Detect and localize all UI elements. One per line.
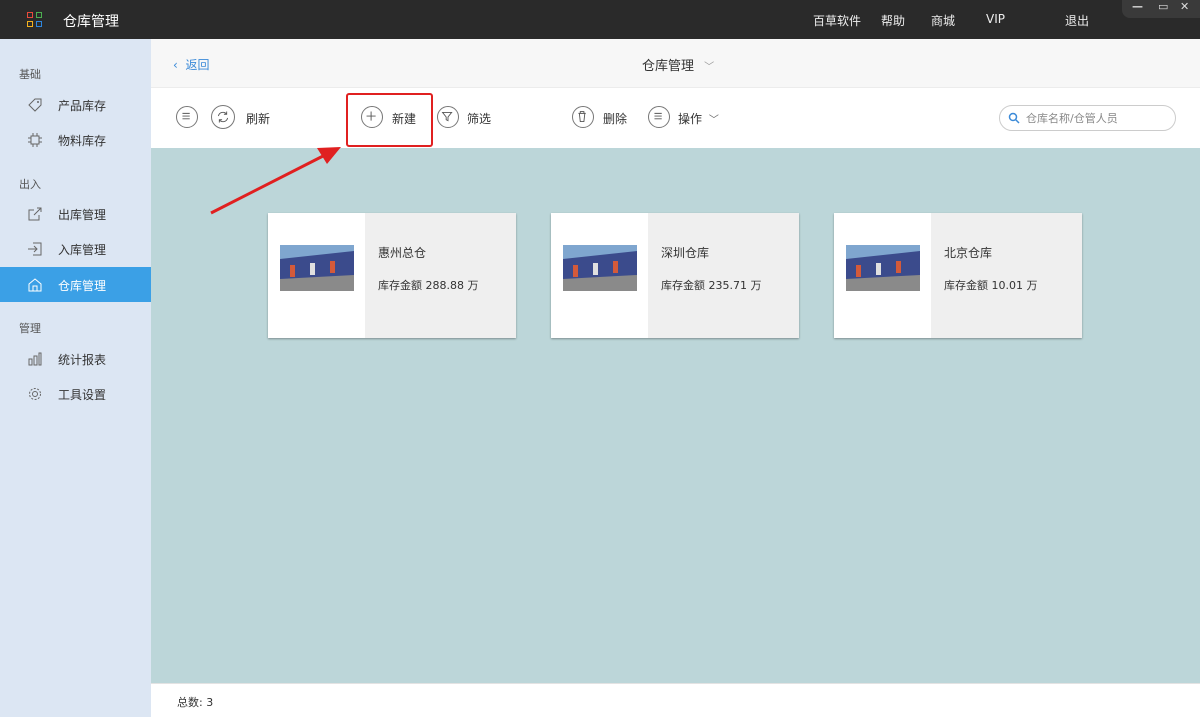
warehouse-thumbnail [846, 245, 920, 291]
page-title-dropdown[interactable]: 仓库管理 ﹀ [642, 55, 714, 74]
section-title-basic: 基础 [19, 68, 41, 81]
sidebar-item-label: 统计报表 [58, 353, 107, 367]
warehouse-info: 惠州总仓 库存金额 288.88 万 [365, 213, 516, 338]
menu-icon [182, 112, 190, 120]
sidebar-item-label: 产品库存 [58, 99, 107, 113]
sidebar-item-reports[interactable]: 统计报表 [0, 341, 151, 376]
warehouse-amount: 库存金额 288.88 万 [378, 279, 479, 292]
operate-dropdown[interactable]: 操作 ﹀ [678, 110, 719, 127]
sidebar-item-inbound[interactable]: 入库管理 [0, 231, 151, 266]
status-footer: 总数: 3 [151, 683, 1200, 717]
warehouse-icon [28, 278, 42, 292]
warehouse-amount: 库存金额 10.01 万 [944, 279, 1038, 292]
warehouse-thumbnail [563, 245, 637, 291]
trash-icon [578, 111, 586, 122]
warehouse-info: 北京仓库 库存金额 10.01 万 [931, 213, 1082, 338]
warehouse-card[interactable]: 深圳仓库 库存金额 235.71 万 [551, 213, 799, 338]
sidebar: 基础 产品库存 物料库存 出入 出库管理 入库管理 仓库管理 管理 统计报表 工… [0, 39, 151, 717]
sidebar-item-material-stock[interactable]: 物料库存 [0, 122, 151, 157]
search-box[interactable] [999, 105, 1176, 131]
export-icon [28, 207, 42, 221]
window-controls: — ▭ ✕ [1122, 0, 1200, 18]
operate-label: 操作 [678, 112, 703, 126]
highlight-box [346, 93, 433, 147]
gear-icon [29, 388, 41, 400]
sidebar-item-outbound[interactable]: 出库管理 [0, 196, 151, 231]
section-title-inout: 出入 [19, 178, 41, 191]
warehouse-info: 深圳仓库 库存金额 235.71 万 [648, 213, 799, 338]
sidebar-item-product-stock[interactable]: 产品库存 [0, 87, 151, 122]
app-title: 仓库管理 [63, 14, 119, 30]
total-count: 总数: 3 [177, 696, 214, 709]
chevron-left-icon: ‹ [173, 58, 178, 72]
bar-chart-icon [28, 352, 42, 366]
search-input[interactable] [1026, 110, 1171, 126]
search-icon [1008, 112, 1020, 124]
chip-icon [28, 133, 42, 147]
warehouse-card[interactable]: 北京仓库 库存金额 10.01 万 [834, 213, 1082, 338]
warehouse-thumbnail [280, 245, 354, 291]
back-button[interactable]: ‹ 返回 [173, 56, 209, 73]
chevron-down-icon: ﹀ [708, 115, 719, 126]
topnav-logout[interactable]: 退出 [1065, 12, 1089, 29]
menu-button[interactable] [176, 106, 198, 128]
sidebar-item-settings[interactable]: 工具设置 [0, 376, 151, 411]
warehouse-card[interactable]: 惠州总仓 库存金额 288.88 万 [268, 213, 516, 338]
operate-icon-button[interactable] [648, 106, 670, 128]
title-bar: 仓库管理 百草软件 帮助 商城 VIP 退出 — ▭ ✕ [0, 0, 1200, 39]
minimize-icon[interactable]: — [1132, 0, 1143, 13]
list-icon [654, 112, 662, 120]
sidebar-item-label: 仓库管理 [58, 279, 107, 293]
filter-icon-button[interactable] [437, 106, 459, 128]
refresh-icon-button[interactable] [211, 105, 235, 129]
sidebar-item-label: 出库管理 [58, 208, 107, 222]
sidebar-item-label: 入库管理 [58, 243, 107, 257]
sidebar-item-label: 工具设置 [58, 388, 107, 402]
filter-icon [441, 112, 453, 122]
toolbar: 刷新 新建 筛选 删除 操作 ﹀ [151, 88, 1200, 148]
refresh-button[interactable]: 刷新 [246, 110, 270, 127]
topnav-store[interactable]: 商城 [931, 12, 955, 29]
warehouse-grid: 惠州总仓 库存金额 288.88 万 深圳仓库 库存金额 235.71 万 北京… [151, 148, 1200, 683]
section-title-manage: 管理 [19, 322, 41, 335]
warehouse-name: 深圳仓库 [661, 246, 710, 260]
annotation-arrow-icon [210, 147, 341, 215]
topnav-baicao[interactable]: 百草软件 [813, 12, 861, 29]
sidebar-item-warehouse[interactable]: 仓库管理 [0, 267, 151, 302]
tag-icon [28, 98, 42, 112]
page-header: ‹ 返回 仓库管理 ﹀ [151, 39, 1200, 88]
maximize-icon[interactable]: ▭ [1158, 0, 1168, 13]
chevron-down-icon: ﹀ [704, 62, 715, 73]
delete-button[interactable]: 删除 [603, 110, 627, 127]
close-icon[interactable]: ✕ [1180, 0, 1189, 13]
sidebar-item-label: 物料库存 [58, 134, 107, 148]
import-icon [28, 242, 42, 256]
page-title: 仓库管理 [642, 59, 695, 74]
topnav-help[interactable]: 帮助 [881, 12, 905, 29]
filter-button[interactable]: 筛选 [467, 110, 491, 127]
delete-icon-button[interactable] [572, 106, 594, 128]
app-logo-icon [27, 12, 43, 28]
warehouse-amount: 库存金额 235.71 万 [661, 279, 762, 292]
warehouse-name: 惠州总仓 [378, 246, 427, 260]
refresh-icon [217, 111, 229, 123]
topnav-vip[interactable]: VIP [986, 12, 1005, 26]
warehouse-name: 北京仓库 [944, 246, 993, 260]
back-label: 返回 [185, 58, 210, 72]
